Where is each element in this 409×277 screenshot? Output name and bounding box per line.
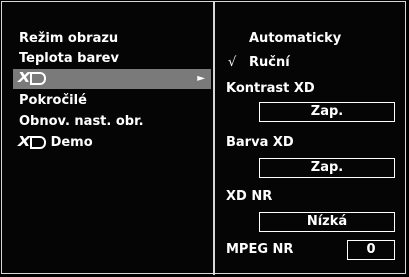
xd-nr-value[interactable]: Nízká bbox=[259, 212, 395, 232]
contrast-xd-label: Kontrast XD bbox=[226, 81, 315, 96]
mpeg-nr-value[interactable]: 0 bbox=[347, 240, 395, 260]
check-mark-icon: √ bbox=[228, 55, 237, 70]
option-rucni[interactable]: Ruční bbox=[249, 55, 290, 70]
menu-item-pokrocile[interactable]: Pokročilé bbox=[19, 91, 87, 111]
xd-logo-icon: X bbox=[18, 133, 47, 153]
menu-item-label: Obnov. nast. obr. bbox=[19, 114, 144, 129]
contrast-xd-value[interactable]: Zap. bbox=[259, 102, 395, 122]
menu-item-label: Demo bbox=[50, 135, 93, 150]
menu-item-label: Teplota barev bbox=[19, 51, 119, 66]
menu-item-teplota-barev[interactable]: Teplota barev bbox=[19, 49, 119, 69]
menu-item-rezim-obrazu[interactable]: Režim obrazu bbox=[19, 29, 118, 49]
menu-item-xd[interactable]: X ► bbox=[13, 69, 211, 89]
menu-item-obnov-nast-obr[interactable]: Obnov. nast. obr. bbox=[19, 112, 144, 132]
arrow-right-icon: ► bbox=[197, 73, 205, 84]
color-xd-value[interactable]: Zap. bbox=[259, 158, 395, 178]
xd-nr-label: XD NR bbox=[226, 189, 273, 204]
option-automaticky[interactable]: Automaticky bbox=[249, 31, 341, 46]
menu-item-label: Pokročilé bbox=[19, 93, 87, 108]
osd-menu-window: Režim obrazu Teplota barev X ► Pokročilé… bbox=[1, 1, 406, 275]
xd-logo-icon: X bbox=[18, 69, 47, 89]
menu-item-xd-demo[interactable]: X Demo bbox=[18, 133, 93, 153]
xd-submenu: Automaticky √ Ruční Kontrast XD Zap. Bar… bbox=[215, 2, 405, 275]
color-xd-label: Barva XD bbox=[226, 135, 294, 150]
picture-menu-list: Režim obrazu Teplota barev X ► Pokročilé… bbox=[2, 2, 213, 275]
mpeg-nr-label: MPEG NR bbox=[226, 242, 294, 257]
menu-item-label: Režim obrazu bbox=[19, 31, 119, 46]
